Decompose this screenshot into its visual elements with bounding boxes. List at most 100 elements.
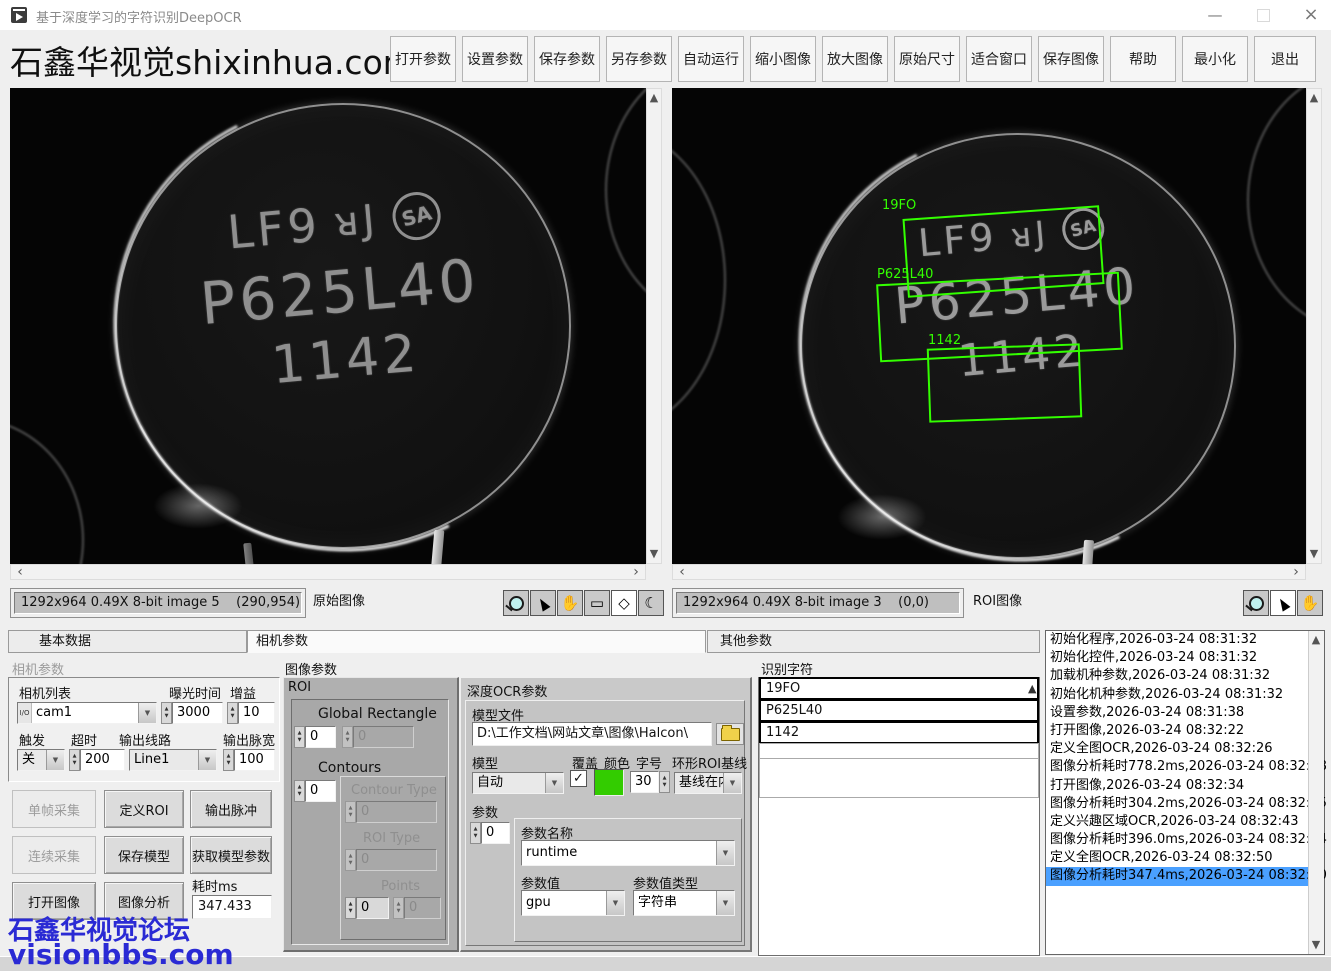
get-model-params-button[interactable]: 获取模型参数 (190, 836, 272, 874)
log-entry[interactable]: 初始化程序,2026-03-24 08:31:32 (1046, 631, 1308, 649)
camera-select[interactable]: I/O cam1 ▼ (17, 702, 157, 724)
log-entry[interactable]: 初始化机种参数,2026-03-24 08:31:32 (1046, 686, 1308, 704)
browse-model-button[interactable] (716, 723, 744, 745)
log-entry[interactable]: 初始化控件,2026-03-24 08:31:32 (1046, 649, 1308, 667)
output-pulse-button[interactable]: 输出脉冲 (190, 790, 272, 828)
param-index-value: 0 (481, 822, 510, 844)
site-brand-text[interactable]: visionbbs.com (8, 938, 234, 971)
right-select-tool[interactable]: ▲ (1270, 590, 1296, 616)
recognized-item[interactable]: 1142 (759, 721, 1039, 744)
contour-type-value: 0 (356, 801, 437, 823)
overlay-color-swatch[interactable] (594, 769, 624, 796)
open-params-button[interactable]: 打开参数 (390, 36, 456, 82)
right-zoom-tool[interactable] (1243, 590, 1269, 616)
output-pulse-width-input[interactable]: ▲▼100 (223, 749, 275, 771)
continuous-grab-button[interactable]: 连续采集 (12, 836, 96, 874)
left-select-tool[interactable]: ▲ (530, 590, 556, 616)
log-entry[interactable]: 图像分析耗时304.2ms,2026-03-24 08:32:35 (1046, 795, 1308, 813)
log-entry[interactable]: 设置参数,2026-03-24 08:31:38 (1046, 704, 1308, 722)
global-rect-value-input: ▲▼0 (342, 726, 414, 748)
left-vertical-scrollbar[interactable]: ▲▼ (646, 88, 662, 564)
param-type-select[interactable]: 字符串▼ (633, 890, 735, 916)
log-entry[interactable]: 加载机种参数,2026-03-24 08:31:32 (1046, 667, 1308, 685)
save-params-button[interactable]: 保存参数 (534, 36, 600, 82)
log-entry[interactable]: 图像分析耗时778.2ms,2026-03-24 08:32:28 (1046, 758, 1308, 776)
left-zoom-tool[interactable] (503, 590, 529, 616)
log-entry[interactable]: 定义全图OCR,2026-03-24 08:32:50 (1046, 849, 1308, 867)
left-rot-rect-roi-tool[interactable]: ◇ (611, 590, 637, 616)
recognized-scroll-up-icon[interactable]: ▲ (1028, 682, 1036, 695)
log-entry[interactable]: 打开图像,2026-03-24 08:32:34 (1046, 777, 1308, 795)
auto-run-button[interactable]: 自动运行 (678, 36, 744, 82)
chevron-down-icon: ▼ (46, 750, 64, 770)
zoom-out-image-button[interactable]: 缩小图像 (750, 36, 816, 82)
define-roi-button[interactable]: 定义ROI (104, 790, 184, 828)
minimize-button[interactable]: 最小化 (1182, 36, 1248, 82)
marking-line1: LF9 (225, 198, 323, 260)
save-as-params-button[interactable]: 另存参数 (606, 36, 672, 82)
timeout-input[interactable]: ▲▼200 (69, 749, 125, 771)
tab-camera-params[interactable]: 相机参数 (247, 630, 706, 653)
param-value-select[interactable]: gpu▼ (521, 890, 625, 916)
global-rect-index-input[interactable]: ▲▼0 (294, 726, 336, 748)
tab-other-params[interactable]: 其他参数 (707, 630, 1040, 653)
output-line-select[interactable]: Line1▼ (129, 749, 217, 771)
exposure-input[interactable]: ▲▼3000 (161, 702, 223, 724)
left-arc-roi-tool[interactable]: ☾ (638, 590, 664, 616)
window-maximize-button[interactable] (1240, 0, 1286, 30)
ring-roi-baseline-select[interactable]: 基线在内▼ (674, 772, 742, 794)
log-entry-selected[interactable]: 图像分析耗时347.4ms,2026-03-24 08:32:50 (1046, 867, 1308, 885)
output-line-value: Line1 (130, 750, 198, 770)
log-entry[interactable]: 定义全图OCR,2026-03-24 08:32:26 (1046, 740, 1308, 758)
cursor-icon: ▲ (1274, 593, 1292, 614)
contour-sub-cluster: Contour Type ▲▼0 ROI Type ▲▼0 Points ▲▼0… (340, 776, 446, 940)
log-entry[interactable]: 定义兴趣区域OCR,2026-03-24 08:32:43 (1046, 813, 1308, 831)
zoom-in-image-button[interactable]: 放大图像 (822, 36, 888, 82)
help-button[interactable]: 帮助 (1110, 36, 1176, 82)
left-pan-tool[interactable]: ✋ (557, 590, 583, 616)
neighbor-part-arc (605, 88, 646, 322)
left-status-text: 1292x964 0.49X 8-bit image 5 (290,954) (14, 592, 302, 614)
param-name-select[interactable]: runtime▼ (521, 840, 735, 866)
single-grab-button[interactable]: 单帧采集 (12, 790, 96, 828)
roi-image-canvas[interactable]: LF9 ᴚJ SA P625L40 1142 19FO P625L40 1142 (672, 88, 1306, 564)
font-size-input[interactable]: ▲▼30 (630, 771, 670, 793)
tab-basic-data[interactable]: 基本数据 (8, 630, 247, 653)
gain-input[interactable]: ▲▼10 (227, 702, 275, 724)
fit-window-button[interactable]: 适合窗口 (966, 36, 1032, 82)
save-model-button[interactable]: 保存模型 (104, 836, 184, 874)
log-entry[interactable]: 打开图像,2026-03-24 08:32:22 (1046, 722, 1308, 740)
window-close-button[interactable]: × (1288, 0, 1331, 30)
log-scrollbar[interactable]: ▲ ▼ (1308, 631, 1324, 954)
left-horizontal-scrollbar[interactable]: ‹› (10, 564, 646, 580)
font-size-label: 字号 (636, 753, 662, 772)
left-rect-roi-tool[interactable]: ▭ (584, 590, 610, 616)
right-vertical-scrollbar[interactable]: ▲▼ (1306, 88, 1322, 564)
roi-cluster-title: ROI (288, 680, 311, 695)
right-pan-tool[interactable]: ✋ (1297, 590, 1323, 616)
points-index-input[interactable]: ▲▼0 (345, 897, 389, 919)
output-pulse-width-value: 100 (234, 749, 275, 771)
window-minimize-button[interactable]: — (1192, 0, 1238, 30)
overlay-checkbox[interactable]: ✓ (570, 770, 587, 787)
magnifier-icon (1249, 596, 1264, 611)
recognized-item[interactable]: 19FO (759, 677, 1039, 700)
model-select[interactable]: 自动▼ (472, 772, 564, 794)
log-entry[interactable]: 图像分析耗时396.0ms,2026-03-24 08:32:44 (1046, 831, 1308, 849)
param-index-input[interactable]: ▲▼0 (470, 822, 510, 844)
neighbor-part-arc (1247, 88, 1306, 332)
original-size-button[interactable]: 原始尺寸 (894, 36, 960, 82)
save-image-button[interactable]: 保存图像 (1038, 36, 1104, 82)
contours-index-input[interactable]: ▲▼0 (294, 780, 336, 802)
set-params-button[interactable]: 设置参数 (462, 36, 528, 82)
model-file-input[interactable]: D:\工作文档\网站文章\图像\Halcon\ (472, 722, 712, 746)
chevron-down-icon: ▼ (723, 773, 741, 793)
right-horizontal-scrollbar[interactable]: ‹› (672, 564, 1306, 580)
timeout-label: 超时 (71, 730, 97, 749)
original-image-canvas[interactable]: LF9 ᴚJ SA P625L40 1142 (10, 88, 646, 564)
trigger-select[interactable]: 关▼ (17, 749, 65, 771)
recognized-item[interactable]: P625L40 (759, 699, 1039, 722)
exit-button[interactable]: 退出 (1254, 36, 1316, 82)
recognized-item-empty (759, 743, 1039, 759)
cursor-icon: ▲ (534, 593, 552, 614)
